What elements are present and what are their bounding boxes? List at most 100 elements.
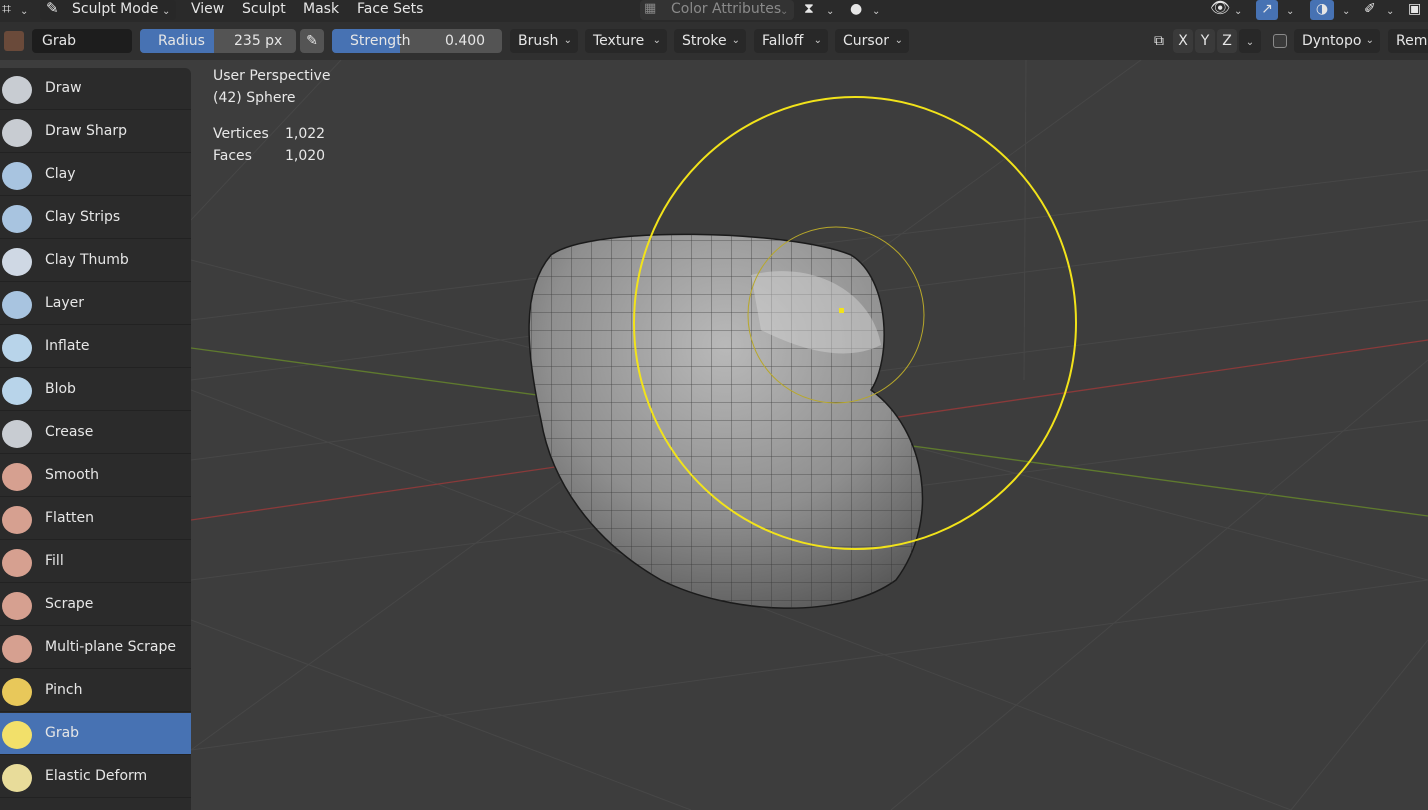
tool-multi-plane-scrape-icon [2,635,32,663]
tool-clay[interactable]: Clay [0,154,191,196]
tool-label: Multi-plane Scrape [45,639,176,655]
cursor-dropdown[interactable]: Cursor ⌄ [835,29,909,53]
chevron-down-icon: ⌄ [652,35,661,46]
tool-label: Flatten [45,510,94,526]
tool-crease[interactable]: Crease [0,412,191,454]
tool-smooth[interactable]: Smooth [0,455,191,497]
tool-blob[interactable]: Blob [0,369,191,411]
tool-fill[interactable]: Fill [0,541,191,583]
tool-smooth-icon [2,463,32,491]
gizmo-dropdown[interactable]: ↗ ⌄ [1256,0,1300,22]
tool-label: Pinch [45,682,83,698]
remesh-dropdown[interactable]: Rem [1388,29,1428,53]
tool-label: Grab [45,725,80,741]
brush-preview-icon [4,31,24,51]
brush-dropdown[interactable]: Brush ⌄ [510,29,578,53]
chevron-down-icon: ⌄ [1245,37,1255,48]
tool-multi-plane-scrape[interactable]: Multi-plane Scrape [0,627,191,669]
tool-label: Scrape [45,596,94,612]
radius-value: 235 px [234,33,283,49]
viewport-shading-button[interactable]: ▣ [1408,0,1428,22]
tool-blob-icon [2,377,32,405]
brush-cursor-dot [839,308,844,313]
chevron-down-icon: ⌄ [813,35,822,46]
tool-clay-thumb[interactable]: Clay Thumb [0,240,191,282]
falloff-dropdown[interactable]: Falloff ⌄ [754,29,828,53]
tool-label: Elastic Deform [45,768,148,784]
mirror-x-toggle[interactable]: X [1173,29,1193,53]
chevron-down-icon: ⌄ [872,6,881,17]
menu-mask[interactable]: Mask [303,0,339,22]
dyntopo-checkbox[interactable] [1273,34,1287,48]
pen-icon: ✐ [1364,1,1376,17]
chevron-down-icon: ⌄ [563,35,572,46]
tool-flatten[interactable]: Flatten [0,498,191,540]
object-name: (42) Sphere [213,90,296,106]
mode-selector[interactable]: ✎ Sculpt Mode ⌄ [40,0,176,20]
tool-label: Blob [45,381,76,397]
symmetry-dropdown[interactable]: ⧗ ⌄ [802,0,840,22]
mirror-z-toggle[interactable]: Z [1217,29,1237,53]
visibility-dropdown[interactable]: 👁 ⌄ [1208,0,1248,22]
3d-viewport[interactable]: User Perspective (42) Sphere Vertices 1,… [191,60,1428,810]
texture-dropdown[interactable]: Texture ⌄ [585,29,667,53]
mirror-y-toggle[interactable]: Y [1195,29,1215,53]
chevron-down-icon: ⌄ [1234,6,1243,17]
tool-layer[interactable]: Layer [0,283,191,325]
menu-face-sets[interactable]: Face Sets [357,0,423,22]
chevron-down-icon: ⌄ [20,6,29,17]
editor-type-button[interactable]: ⌗ ⌄ [0,0,32,22]
tool-inflate[interactable]: Inflate [0,326,191,368]
tool-elastic-deform-icon [2,764,32,792]
mirror-options-dropdown[interactable]: ⌄ [1239,29,1261,53]
tool-elastic-deform[interactable]: Elastic Deform [0,756,191,798]
tool-label: Layer [45,295,85,311]
tool-layer-icon [2,291,32,319]
stroke-dropdown[interactable]: Stroke ⌄ [674,29,746,53]
vertices-label: Vertices [213,126,269,142]
gizmo-icon: ↗ [1256,0,1278,20]
strength-value: 0.400 [445,33,486,49]
eye-icon: 👁 [1210,0,1231,17]
tool-crease-icon [2,420,32,448]
tool-scrape[interactable]: Scrape [0,584,191,626]
tool-label: Draw Sharp [45,123,127,139]
color-attributes-dropdown[interactable]: ▦ Color Attributes ⌄ [640,0,794,20]
pen-pressure-icon: ✎ [306,33,318,49]
editor-type-icon: ⌗ [2,0,12,18]
menu-view[interactable]: View [191,0,224,22]
menu-sculpt[interactable]: Sculpt [242,0,286,22]
tool-label: Crease [45,424,94,440]
tool-clay-strips[interactable]: Clay Strips [0,197,191,239]
tool-pinch[interactable]: Pinch [0,670,191,712]
tool-fill-icon [2,549,32,577]
chevron-down-icon: ⌄ [894,35,903,46]
xray-dropdown[interactable]: ✐ ⌄ [1362,0,1400,22]
cursor-dropdown-label: Cursor [843,33,890,49]
tool-label: Fill [45,553,64,569]
brush-name-field[interactable]: Grab [32,29,132,53]
tool-draw[interactable]: Draw [0,68,191,110]
chevron-down-icon: ⌄ [731,35,740,46]
chevron-down-icon: ⌄ [1365,35,1374,46]
tool-draw-sharp[interactable]: Draw Sharp [0,111,191,153]
tool-label: Smooth [45,467,100,483]
chevron-down-icon: ⌄ [162,6,171,17]
strength-field[interactable]: Strength 0.400 [332,29,502,53]
shading-dropdown[interactable]: ● ⌄ [846,0,886,22]
radius-field[interactable]: Radius 235 px [140,29,296,53]
tool-grab[interactable]: Grab [0,713,191,755]
sphere-mesh[interactable] [528,233,924,609]
tool-draw-sharp-icon [2,119,32,147]
dyntopo-label: Dyntopo [1302,33,1362,49]
mirror-icon: ⧉ [1154,33,1164,49]
radius-pressure-button[interactable]: ✎ [300,29,324,53]
chevron-down-icon: ⌄ [1342,6,1351,17]
tool-flatten-icon [2,506,32,534]
tool-inflate-icon [2,334,32,362]
tool-label: Inflate [45,338,90,354]
brush-dropdown-label: Brush [518,33,559,49]
tool-label: Clay Thumb [45,252,129,268]
dyntopo-dropdown[interactable]: Dyntopo ⌄ [1294,29,1380,53]
overlays-dropdown[interactable]: ◑ ⌄ [1310,0,1356,22]
